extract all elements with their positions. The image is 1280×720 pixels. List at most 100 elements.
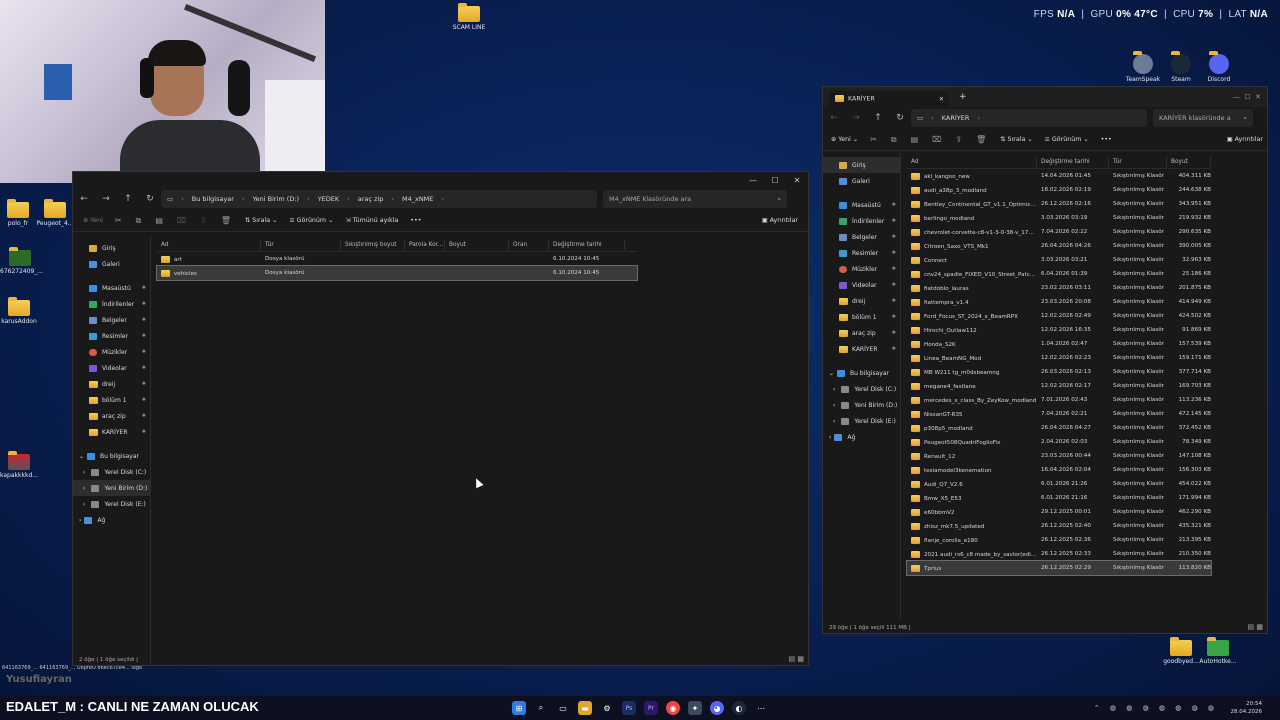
nav-folder-kariyer[interactable]: KARİYER ✱ (73, 424, 150, 440)
paste-icon[interactable]: ▤ (911, 135, 919, 144)
window-controls[interactable]: — ☐ ✕ (1233, 93, 1261, 101)
refresh-icon[interactable]: ↻ (139, 194, 161, 204)
nav-folder-bolum1[interactable]: bölüm 1 ✱ (823, 309, 900, 325)
desktop-icon-scam-line[interactable]: SCAM LINE (448, 3, 490, 31)
breadcrumb-item[interactable]: Bu bilgisayar (192, 195, 234, 203)
settings-icon[interactable]: ⚙ (600, 701, 614, 715)
nav-videos[interactable]: Videolar ✱ (73, 360, 150, 376)
breadcrumb[interactable]: ▭ › KARİYER › (911, 109, 1147, 127)
nav-home[interactable]: Giriş (823, 157, 900, 173)
up-icon[interactable]: ↑ (117, 194, 139, 204)
file-row[interactable]: p308p5_modland 26.04.2026 04:27 Sıkıştırıl… (907, 421, 1211, 435)
breadcrumb-item[interactable]: M4_xNME (402, 195, 433, 203)
details-button[interactable]: ▣ Ayrıntılar (762, 217, 798, 224)
breadcrumb-item[interactable]: Yeni Birim (D:) (253, 195, 300, 203)
nav-folder-dreij[interactable]: dreij ✱ (823, 293, 900, 309)
share-icon[interactable]: ⇪ (200, 216, 207, 225)
file-row[interactable]: 2021 audi_rs6_c8 made_by_savior(edit) v1… (907, 547, 1211, 561)
file-row[interactable]: zhisz_mk7.5_updated 26.12.2025 02:40 Sıkış… (907, 519, 1211, 533)
file-row[interactable]: audi_a38p_3_modland 18.02.2026 02:19 Sıkış… (907, 183, 1211, 197)
extract-all-button[interactable]: ⇲ Tümünü ayıkla (345, 217, 398, 224)
column-ratio[interactable]: Oran (509, 239, 549, 250)
desktop-icon-karus[interactable]: karusAddon (0, 297, 38, 325)
breadcrumb-item[interactable]: araç zip (358, 195, 384, 203)
close-tab-icon[interactable]: ✕ (939, 96, 944, 103)
nav-folder-dreij[interactable]: dreij ✱ (73, 376, 150, 392)
desktop-icon-autohotkey[interactable]: AutoHotke... (1198, 637, 1238, 665)
nav-downloads[interactable]: İndirilenler ✱ (823, 213, 900, 229)
more-button[interactable]: ••• (1101, 136, 1112, 143)
nav-gallery[interactable]: Galeri (823, 173, 900, 189)
new-tab-button[interactable]: + (959, 92, 967, 102)
photoshop-icon[interactable]: Ps (622, 701, 636, 715)
file-row[interactable]: chevrolet-corvette-c8-v1-3-0-38-v_17688.… (907, 225, 1211, 239)
view-toggle[interactable]: ▤ ▦ (789, 655, 804, 663)
nav-music[interactable]: Müzikler ✱ (823, 261, 900, 277)
view-button[interactable]: ≡ Görünüm ⌄ (1045, 136, 1089, 143)
file-row[interactable]: NissanGT-R35 7.04.2026 02:21 Sıkıştırılmış… (907, 407, 1211, 421)
delete-icon[interactable]: 🗑 (976, 135, 986, 144)
nav-folder-kariyer[interactable]: KARİYER ✱ (823, 341, 900, 357)
nav-network[interactable]: › Ağ (73, 512, 150, 528)
column-size[interactable]: Boyut (445, 239, 509, 250)
file-row[interactable]: Bmw_X5_E53 6.01.2026 21:16 Sıkıştırılmış K… (907, 491, 1211, 505)
clock[interactable]: 20:54 28.04.2026 (1231, 700, 1263, 716)
breadcrumb-item[interactable]: KARİYER (942, 114, 970, 122)
nav-documents[interactable]: Belgeler ✱ (823, 229, 900, 245)
desktop-icon-file[interactable]: 676272409_... (0, 247, 43, 275)
column-password[interactable]: Parola Kor... (405, 239, 445, 250)
back-icon[interactable]: ← (823, 113, 845, 123)
nav-pictures[interactable]: Resimler ✱ (823, 245, 900, 261)
file-row[interactable]: flanje_corolla_e180 26.12.2025 02:36 Sıkış… (907, 533, 1211, 547)
column-date[interactable]: Değiştirme tarihi (549, 239, 625, 250)
desktop-icon-kapak[interactable]: kapakkkkd... (0, 451, 38, 479)
nav-drive-e[interactable]: › Yerel Disk (E:) (73, 496, 150, 512)
nav-this-pc[interactable]: ⌄ Bu bilgisayar (823, 365, 900, 381)
steam-icon[interactable]: ◐ (732, 701, 746, 715)
file-row[interactable]: Tprius 26.12.2025 02:29 Sıkıştırılmış Klas… (906, 560, 1212, 576)
file-row[interactable]: aki_kangoo_new 14.04.2026 01:45 Sıkıştırıl… (907, 169, 1211, 183)
explorer-window-kariyer[interactable]: KARİYER ✕ + — ☐ ✕ ← → ↑ ↻ ▭ › KARİYER › KA… (822, 86, 1268, 634)
discord-icon[interactable]: ◕ (710, 701, 724, 715)
more-apps-icon[interactable]: ⋯ (754, 701, 768, 715)
view-toggle[interactable]: ▤ ▦ (1248, 623, 1263, 631)
premiere-icon[interactable]: Pr (644, 701, 658, 715)
back-icon[interactable]: ← (73, 194, 95, 204)
column-name[interactable]: Ad (907, 156, 1037, 167)
maximize-button[interactable]: ☐ (764, 176, 786, 185)
file-row[interactable]: Peugeot508QuadriFoglioFix 2.04.2026 02:03… (907, 435, 1211, 449)
sort-button[interactable]: ⇅ Sırala ⌄ (1000, 136, 1032, 143)
forward-icon[interactable]: → (845, 113, 867, 123)
file-row[interactable]: fiatdoblo_lauras 23.02.2026 03:11 Sıkıştır… (907, 281, 1211, 295)
file-row[interactable]: Bentley_Continental_GT_v1.1_Optimized_..… (907, 197, 1211, 211)
title-bar[interactable]: — ☐ ✕ (73, 172, 808, 188)
breadcrumb[interactable]: ▭ › Bu bilgisayar › Yeni Birim (D:) › YEDEK… (161, 190, 597, 208)
nav-pictures[interactable]: Resimler ✱ (73, 328, 150, 344)
desktop-icon-teamspeak[interactable]: TeamSpeak (1124, 51, 1162, 83)
nav-desktop[interactable]: Masaüstü ✱ (73, 280, 150, 296)
more-button[interactable]: ••• (410, 217, 421, 224)
file-row[interactable]: Connect 3.03.2026 03:21 Sıkıştırılmış Klas… (907, 253, 1211, 267)
nav-drive-c[interactable]: › Yerel Disk (C:) (73, 464, 150, 480)
nav-folder-arac-zip[interactable]: araç zip ✱ (823, 325, 900, 341)
nav-downloads[interactable]: İndirilenler ✱ (73, 296, 150, 312)
nav-drive-d[interactable]: › Yeni Birim (D:) (73, 480, 150, 496)
copy-icon[interactable]: ⧉ (136, 216, 142, 226)
close-button[interactable]: ✕ (786, 176, 808, 185)
nav-documents[interactable]: Belgeler ✱ (73, 312, 150, 328)
nav-home[interactable]: Giriş (73, 240, 150, 256)
details-button[interactable]: ▣ Ayrıntılar (1227, 136, 1263, 143)
column-date[interactable]: Değiştirme tarihi (1037, 156, 1109, 167)
start-icon[interactable]: ⊞ (512, 701, 526, 715)
nav-drive-c[interactable]: › Yerel Disk (C:) (823, 381, 900, 397)
nav-network[interactable]: › Ağ (823, 429, 900, 445)
search-icon[interactable]: ⌕ (534, 701, 548, 715)
beamng-icon[interactable]: ✦ (688, 701, 702, 715)
view-button[interactable]: ≡ Görünüm ⌄ (289, 217, 333, 224)
nav-desktop[interactable]: Masaüstü ✱ (823, 197, 900, 213)
nav-videos[interactable]: Videolar ✱ (823, 277, 900, 293)
system-tray[interactable]: ⌃ ◍ ◍ ◍ ◍ ◍ ◍ ◍ (1094, 704, 1218, 712)
cut-icon[interactable]: ✂ (115, 216, 122, 225)
share-icon[interactable]: ⇪ (955, 135, 962, 144)
file-row[interactable]: MB W211 tg_m0dsbeamng 26.03.2026 02:13 Sık… (907, 365, 1211, 379)
